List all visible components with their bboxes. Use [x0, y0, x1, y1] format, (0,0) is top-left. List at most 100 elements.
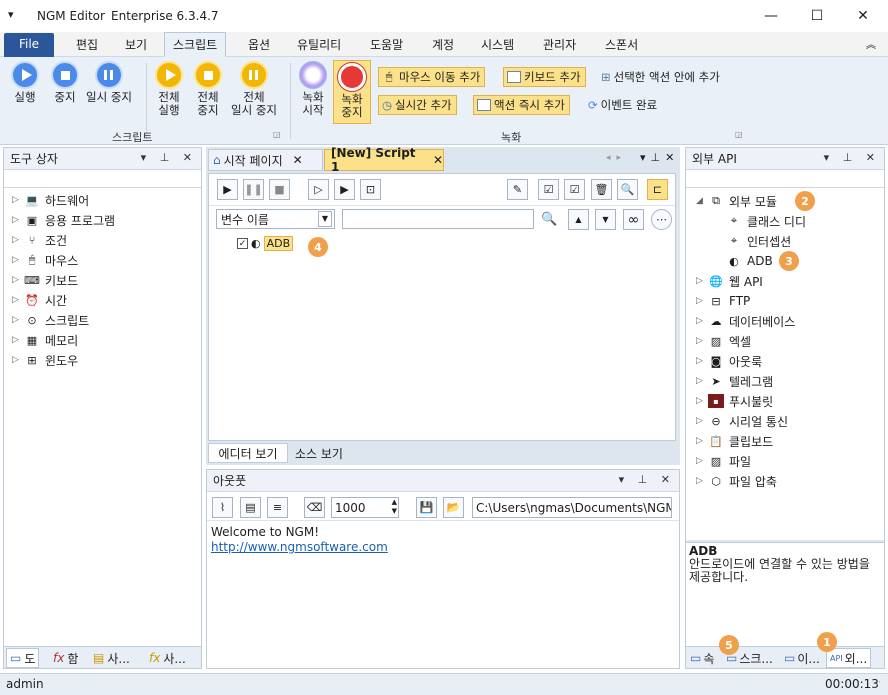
stop-button[interactable]: ■ [269, 179, 290, 200]
tab-editor-view[interactable]: 에디터 보기 [208, 443, 288, 463]
menu-view[interactable]: 보기 [125, 36, 147, 57]
record-stop-button[interactable]: 녹화 중지 [333, 60, 371, 124]
event-done-button[interactable]: ⟳ 이벤트 완료 [585, 95, 661, 115]
close-tab-icon[interactable]: ✕ [433, 153, 443, 167]
external-search[interactable] [686, 170, 884, 188]
tree-item-database[interactable]: ▷ ☁ 데이터베이스 [696, 311, 795, 331]
tree-item-time[interactable]: ▷ ⏰ 시간 [12, 290, 67, 310]
stop-all-button[interactable]: 전체 중지 [194, 61, 222, 117]
tree-item-condition[interactable]: ▷ ⑂ 조건 [12, 230, 67, 250]
tree-item-mouse[interactable]: ▷ 🖱 마우스 [12, 250, 78, 270]
tree-item-pushbullet[interactable]: ▷ ▪ 푸시불릿 [696, 391, 773, 411]
tree-item-class-dd[interactable]: ⌖ 클래스 디디 [726, 211, 806, 231]
eraser-icon[interactable]: ⌫ [304, 497, 325, 518]
menu-utility[interactable]: 유틸리티 [297, 36, 341, 57]
panel-controls[interactable]: ▾ ⊥ ✕ [619, 473, 675, 486]
add-keyboard-button[interactable]: 키보드 추가 [503, 67, 586, 87]
tree-item-clipboard[interactable]: ▷ 📋 클립보드 [696, 431, 773, 451]
tab-user-1[interactable]: ▤ 사... [90, 648, 133, 668]
step-over-button[interactable]: ⊡ [360, 179, 381, 200]
play-button[interactable]: ▶ [217, 179, 238, 200]
output-path-field[interactable]: C:\Users\ngmas\Documents\NGM6\ [472, 497, 672, 518]
add-mouse-move-button[interactable]: 🖱 마우스 이동 추가 [378, 67, 486, 87]
search-icon[interactable]: 🔍 [539, 209, 560, 230]
action-instant-add-button[interactable]: 액션 즉시 추가 [473, 95, 570, 115]
add-in-selected-button[interactable]: ⊞ 선택한 액션 안에 추가 [598, 67, 724, 87]
save-icon[interactable]: 💾 [416, 497, 437, 518]
edit-icon[interactable]: ✎ [507, 179, 528, 200]
minimize-button[interactable]: — [748, 0, 794, 32]
menu-script[interactable]: 스크립트 [164, 32, 227, 57]
tree-item-serial[interactable]: ▷ ⊖ 시리얼 통신 [696, 411, 788, 431]
move-down-icon[interactable]: ▼ [595, 209, 616, 230]
tree-item-application[interactable]: ▷ ▣ 응용 프로그램 [12, 210, 115, 230]
tree-view-icon[interactable]: ⊏ [647, 179, 668, 200]
tab-functions[interactable]: fx 함 [50, 648, 81, 668]
pause-button[interactable]: ❚❚ [243, 179, 264, 200]
step-button[interactable]: ▷ [308, 179, 329, 200]
tree-item-excel[interactable]: ▷ ▨ 엑셀 [696, 331, 751, 351]
toolbox-search[interactable] [4, 170, 201, 188]
tree-item-script[interactable]: ▷ ⊙ 스크립트 [12, 310, 89, 330]
file-menu[interactable]: File [4, 33, 54, 57]
folder-icon[interactable]: 📂 [443, 497, 464, 518]
panel-controls[interactable]: ▾ ⊥ ✕ [141, 151, 197, 164]
checkbox-icon[interactable]: ✓ [237, 238, 248, 249]
clean-icon[interactable]: ⌇ [212, 497, 233, 518]
panel-controls[interactable]: ▾ ⊥ ✕ [824, 151, 880, 164]
menu-sponsor[interactable]: 스폰서 [605, 36, 638, 57]
group-expand-icon[interactable]: ◲ [273, 130, 281, 139]
script-node-adb[interactable]: ✓ ◐ ADB [237, 236, 294, 251]
system-menu-icon[interactable]: ▾ [8, 8, 14, 21]
menu-admin[interactable]: 관리자 [543, 36, 576, 57]
tab-script-1[interactable]: [New] Script 1 ✕ [324, 146, 444, 174]
variable-select[interactable]: 변수 이름 ▼ [216, 209, 335, 229]
tree-item-file[interactable]: ▷ ▨ 파일 [696, 451, 751, 471]
menu-help[interactable]: 도움말 [370, 36, 403, 57]
chevron-down-icon[interactable]: ▼ [318, 211, 332, 227]
menu-system[interactable]: 시스템 [481, 36, 514, 57]
add-realtime-button[interactable]: ◷ 실시간 추가 [378, 95, 457, 115]
delete-icon[interactable]: 🗑 [591, 179, 612, 200]
tree-item-hardware[interactable]: ▷ 💻 하드웨어 [12, 190, 89, 210]
tree-item-outlook[interactable]: ▷ ◙ 아웃룩 [696, 351, 762, 371]
pause-all-button[interactable]: 전체 일시 중지 [231, 61, 277, 117]
tab-user-2[interactable]: fx 사... [146, 648, 189, 668]
record-start-button[interactable]: 녹화 시작 [299, 61, 327, 117]
pause-button[interactable]: 일시 중지 [86, 61, 132, 104]
menu-options[interactable]: 옵션 [248, 36, 270, 57]
variable-search-input[interactable] [342, 209, 534, 229]
infinity-icon[interactable]: ∞ [623, 209, 644, 230]
ngm-website-link[interactable]: http://www.ngmsoftware.com [211, 540, 675, 555]
tree-item-telegram[interactable]: ▷ ➤ 텔레그램 [696, 371, 773, 391]
stepper-arrows-icon[interactable]: ▲ ▼ [392, 498, 397, 516]
close-button[interactable]: ✕ [840, 0, 886, 32]
tree-item-external-module[interactable]: ◢ ⧉ 외부 모듈 [696, 191, 777, 211]
more-icon[interactable]: ⋯ [651, 209, 672, 230]
search-icon[interactable]: 🔍 [617, 179, 638, 200]
step-into-button[interactable]: ▶ [334, 179, 355, 200]
tab-start-page[interactable]: ⌂ 시작 페이지 ✕ [208, 149, 323, 171]
resize-grip-icon[interactable]: ⋰ [873, 680, 881, 689]
tree-item-interception[interactable]: ⌖ 인터셉션 [726, 231, 791, 251]
tree-item-adb[interactable]: ◐ ADB [726, 251, 773, 271]
export-icon[interactable]: ▤ [240, 497, 261, 518]
tree-item-ftp[interactable]: ▷ ⊟ FTP [696, 291, 750, 311]
tab-scroll-icon[interactable]: ◂▸ [606, 153, 627, 163]
move-up-icon[interactable]: ▲ [568, 209, 589, 230]
run-button[interactable]: 실행 [11, 61, 39, 104]
tree-item-keyboard[interactable]: ▷ ⌨ 키보드 [12, 270, 78, 290]
menu-edit[interactable]: 편집 [76, 36, 98, 57]
check-icon[interactable]: ☑ [564, 179, 585, 200]
maximize-button[interactable]: ☐ [794, 0, 840, 32]
menu-account[interactable]: 계정 [432, 36, 454, 57]
tab-external[interactable]: API 외... [826, 648, 872, 668]
list-icon[interactable]: ≡ [267, 497, 288, 518]
tab-properties[interactable]: ▭ 속 [687, 648, 717, 668]
line-count-stepper[interactable]: 1000 ▲ ▼ [331, 497, 399, 518]
close-tab-icon[interactable]: ✕ [293, 153, 303, 167]
tree-item-window[interactable]: ▷ ⊞ 윈도우 [12, 350, 78, 370]
tree-item-memory[interactable]: ▷ ▦ 메모리 [12, 330, 78, 350]
run-all-button[interactable]: 전체 실행 [155, 61, 183, 117]
collapse-ribbon-icon[interactable]: ︽ [866, 36, 876, 57]
